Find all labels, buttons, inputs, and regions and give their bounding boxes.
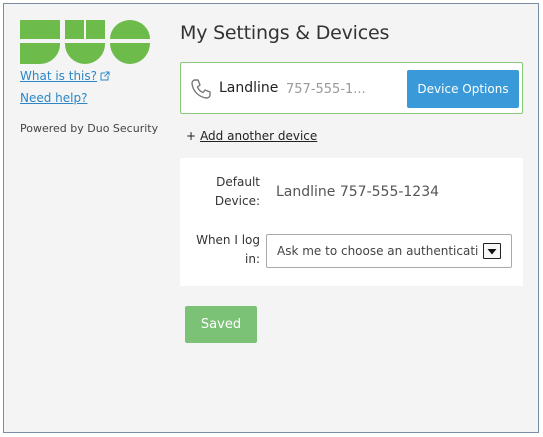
when-login-label: When I log in:: [196, 233, 260, 266]
device-options-button[interactable]: Device Options: [407, 70, 519, 108]
page-title: My Settings & Devices: [180, 22, 390, 44]
powered-by-text: Powered by Duo Security: [20, 122, 159, 135]
settings-frame: What is this? Need help? Powered by Duo …: [3, 3, 539, 433]
need-help-link[interactable]: Need help?: [20, 91, 87, 105]
chevron-down-icon[interactable]: [483, 243, 501, 259]
phone-icon: [191, 79, 211, 99]
default-device-value: Landline 757-555-1234: [276, 184, 440, 200]
saved-button[interactable]: Saved: [185, 306, 257, 343]
login-action-select[interactable]: Ask me to choose an authentication metho…: [266, 234, 512, 268]
plus-icon: +: [186, 129, 197, 143]
what-is-this-link[interactable]: What is this?: [20, 69, 110, 83]
what-is-this-label: What is this?: [20, 69, 98, 83]
device-type: Landline: [219, 80, 279, 96]
add-device-row: + Add another device: [186, 129, 317, 143]
default-device-label: Default Device:: [214, 175, 260, 208]
external-link-icon: [100, 71, 110, 81]
duo-logo: [20, 20, 150, 64]
settings-panel: Default Device: Landline 757-555-1234 Wh…: [180, 158, 523, 286]
device-number: 757-555-1...: [286, 82, 366, 97]
add-another-device-link[interactable]: Add another device: [200, 129, 317, 143]
device-card: Landline 757-555-1... Device Options: [180, 62, 523, 114]
login-action-value: Ask me to choose an authentication metho…: [277, 244, 479, 258]
